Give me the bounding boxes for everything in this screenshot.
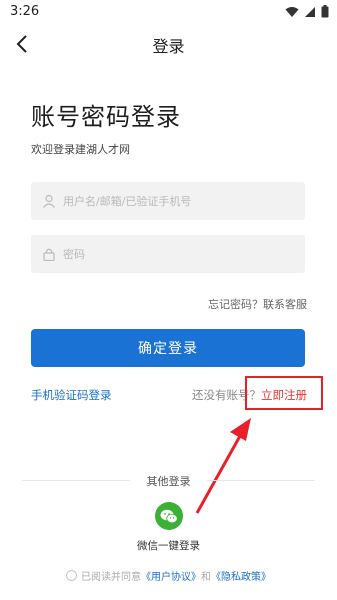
wechat-login-button[interactable] bbox=[155, 502, 183, 530]
lock-icon bbox=[41, 246, 57, 262]
privacy-policy-link[interactable]: 《隐私政策》 bbox=[211, 568, 271, 583]
other-login-label: 其他登录 bbox=[146, 475, 191, 488]
sms-login-link[interactable]: 手机验证码登录 bbox=[31, 387, 112, 403]
forgot-row: 忘记密码？联系客服 bbox=[208, 296, 307, 312]
status-bar: 3:26 bbox=[0, 0, 337, 24]
battery-icon bbox=[321, 5, 329, 18]
user-agreement-link[interactable]: 《用户协议》 bbox=[141, 568, 201, 583]
page-title: 登录 bbox=[152, 37, 185, 56]
signal-icon bbox=[305, 6, 315, 17]
username-input[interactable] bbox=[63, 194, 293, 208]
login-button[interactable]: 确定登录 bbox=[31, 329, 305, 367]
agreement-and: 和 bbox=[201, 572, 211, 583]
login-subheading: 欢迎登录建湖人才网 bbox=[31, 143, 130, 156]
register-row: 还没有账号？立即注册 bbox=[192, 387, 307, 403]
wechat-icon bbox=[160, 509, 178, 523]
contact-support-link[interactable]: 联系客服 bbox=[263, 298, 307, 311]
status-time: 3:26 bbox=[10, 4, 40, 19]
username-field[interactable] bbox=[31, 182, 305, 220]
forgot-password-link[interactable]: 忘记密码？ bbox=[208, 298, 263, 311]
wifi-icon bbox=[285, 6, 299, 17]
divider-right bbox=[207, 480, 315, 481]
status-icons bbox=[285, 5, 329, 18]
nav-bar: 登录 bbox=[0, 24, 337, 64]
agreement-prefix: 已阅读并同意 bbox=[81, 572, 141, 583]
register-link[interactable]: 立即注册 bbox=[261, 388, 307, 402]
no-account-label: 还没有账号？ bbox=[192, 388, 261, 402]
password-input[interactable] bbox=[63, 247, 293, 261]
password-field[interactable] bbox=[31, 235, 305, 273]
agreement-checkbox[interactable] bbox=[66, 570, 77, 581]
agreement-row: 已阅读并同意 《用户协议》 和 《隐私政策》 bbox=[0, 568, 337, 583]
wechat-login-label: 微信一键登录 bbox=[137, 540, 200, 552]
login-heading: 账号密码登录 bbox=[31, 103, 181, 131]
user-icon bbox=[41, 193, 57, 209]
